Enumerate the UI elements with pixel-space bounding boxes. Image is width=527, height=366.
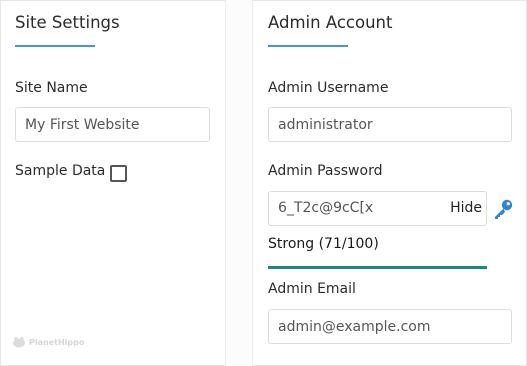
key-icon[interactable] — [492, 198, 514, 220]
logo-text: PlanetHippo — [29, 337, 85, 347]
admin-password-label: Admin Password — [268, 163, 383, 179]
admin-account-title: Admin Account — [268, 13, 393, 32]
site-settings-column — [0, 0, 226, 366]
admin-password-value[interactable]: 6_T2c@9cC[x — [278, 192, 373, 225]
admin-username-input[interactable] — [268, 107, 512, 142]
site-settings-title: Site Settings — [15, 13, 120, 32]
password-strength-fill — [268, 266, 487, 269]
hippo-icon — [13, 336, 25, 348]
column-gutter — [226, 0, 253, 366]
site-settings-underline — [15, 45, 95, 47]
site-name-input[interactable] — [15, 107, 210, 142]
sample-data-checkbox[interactable] — [110, 165, 127, 182]
admin-email-label: Admin Email — [268, 281, 356, 297]
planethippo-logo: PlanetHippo — [12, 334, 84, 350]
admin-account-underline — [268, 45, 348, 47]
password-strength-label: Strong (71/100) — [268, 236, 379, 252]
hide-password-button[interactable]: Hide — [450, 192, 482, 225]
admin-username-label: Admin Username — [268, 80, 389, 96]
admin-password-field[interactable]: 6_T2c@9cC[x Hide — [268, 191, 487, 226]
site-name-label: Site Name — [15, 80, 88, 96]
password-strength-bar — [268, 266, 487, 269]
admin-email-input[interactable] — [268, 309, 512, 344]
sample-data-label: Sample Data — [15, 163, 106, 179]
